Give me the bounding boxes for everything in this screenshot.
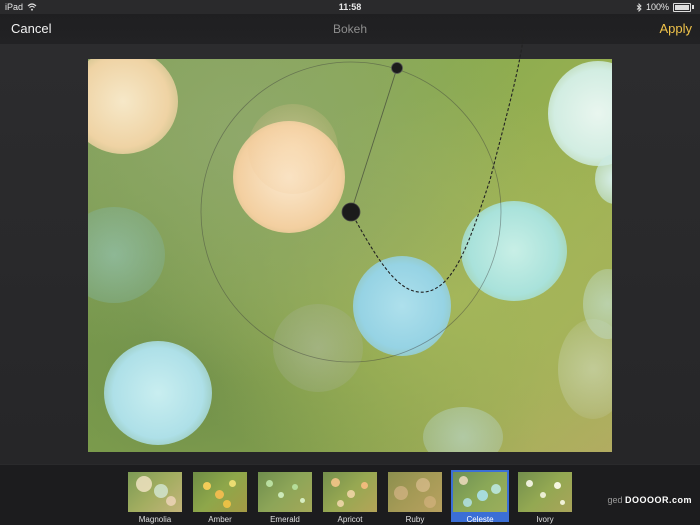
thumb-bokeh [331,478,340,487]
thumb-bokeh [361,482,368,489]
bokeh-orb [104,341,212,445]
bluetooth-icon [636,2,642,12]
filter-label: Ruby [405,515,425,524]
filter-label: Apricot [337,515,363,524]
filter-ivory[interactable]: Ivory [516,470,574,524]
filter-apricot[interactable]: Apricot [321,470,379,524]
thumb-bokeh [223,500,231,508]
battery-icon [673,2,691,12]
watermark: ged DOOOOR.com [607,495,692,505]
filter-amber[interactable]: Amber [191,470,249,524]
nav-bar: Cancel Bokeh Apply [0,14,700,44]
bokeh-orb [548,61,612,166]
thumb-bokeh [229,480,236,487]
thumb-bokeh [154,484,168,498]
battery-percent: 100% [645,2,669,12]
filter-thumbnail [258,472,312,512]
thumb-bokeh [540,492,546,498]
thumb-bokeh [477,490,488,501]
thumb-bokeh [491,484,501,494]
thumb-bokeh [347,490,355,498]
thumb-bokeh [416,478,430,492]
thumb-bokeh [203,482,211,490]
filter-emerald[interactable]: Emerald [256,470,314,524]
filter-strip: Magnolia Amber Emerald Apricot Ruby Cele… [0,465,700,525]
filter-thumbnail [193,472,247,512]
filter-thumbnail [453,472,507,512]
bokeh-orb [248,104,338,194]
thumb-bokeh [394,486,408,500]
thumb-bokeh [526,480,533,487]
filter-ruby[interactable]: Ruby [386,470,444,524]
filter-thumbnail [128,472,182,512]
bokeh-orb [353,256,451,356]
watermark-left: ged [607,495,623,505]
status-bar: iPad 11:58 100% [0,0,700,14]
bokeh-orb [273,304,363,392]
filter-thumbnail [323,472,377,512]
thumb-bokeh [424,496,436,508]
status-time: 11:58 [338,2,362,12]
thumb-bokeh [300,498,305,503]
filter-label: Celeste [466,515,494,524]
bokeh-orb [88,59,178,154]
watermark-right: DOOOOR.com [624,495,692,505]
filter-thumbnail [518,472,572,512]
thumb-bokeh [215,490,224,499]
apply-button[interactable]: Apply [659,21,692,36]
bokeh-orb [461,201,567,301]
thumb-bokeh [278,492,284,498]
filter-label: Magnolia [138,515,172,524]
filter-label: Amber [208,515,232,524]
thumb-bokeh [560,500,565,505]
thumb-bokeh [166,496,176,506]
filter-label: Ivory [536,515,554,524]
thumb-bokeh [266,480,273,487]
filter-thumbnail [388,472,442,512]
thumb-bokeh [459,476,468,485]
filter-magnolia[interactable]: Magnolia [126,470,184,524]
page-title: Bokeh [332,22,368,36]
filter-label: Emerald [270,515,300,524]
bokeh-orb [88,207,165,303]
thumb-bokeh [292,484,298,490]
thumb-bokeh [136,476,152,492]
thumb-bokeh [554,482,561,489]
battery-nub [692,5,694,9]
thumb-bokeh [463,498,472,507]
photo-preview[interactable] [88,59,612,452]
filter-celeste[interactable]: Celeste [451,470,509,524]
bokeh-orb [423,407,503,452]
thumb-bokeh [337,500,344,507]
